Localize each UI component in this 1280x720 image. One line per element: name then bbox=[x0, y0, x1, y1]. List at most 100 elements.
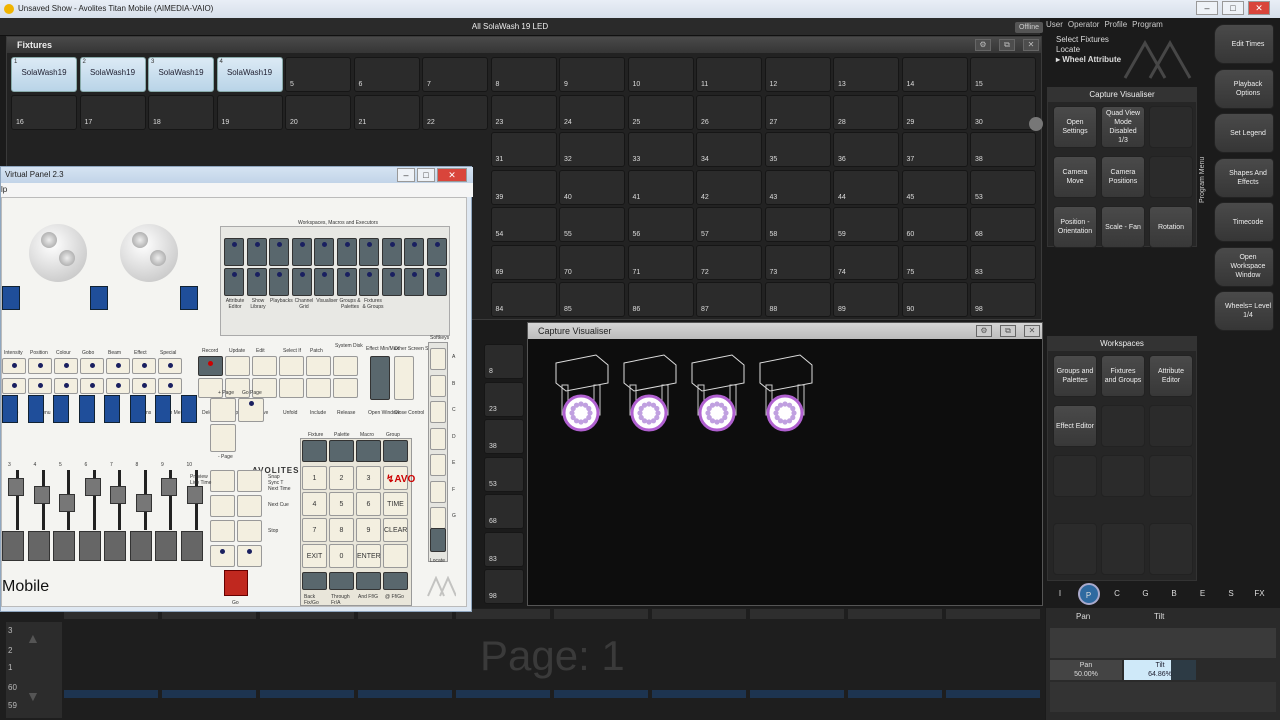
playback-fader-bar[interactable] bbox=[652, 690, 746, 698]
softkey[interactable] bbox=[430, 374, 446, 397]
fixture-cell[interactable]: 27 bbox=[764, 94, 831, 130]
fixture-cell[interactable]: 58 bbox=[764, 207, 831, 242]
numpad-head-key[interactable] bbox=[302, 440, 327, 462]
mode-g[interactable]: G bbox=[1135, 583, 1157, 605]
empty-slot[interactable] bbox=[1101, 523, 1145, 575]
fixture-cell[interactable]: 73 bbox=[764, 244, 831, 280]
numpad-key[interactable]: 8 bbox=[329, 518, 354, 542]
numpad-key[interactable] bbox=[383, 544, 408, 568]
numpad-key[interactable]: CLEAR bbox=[383, 518, 408, 542]
playback-fader-bar[interactable] bbox=[946, 690, 1040, 698]
fader-cap[interactable] bbox=[135, 494, 152, 512]
fixture-cell[interactable]: 1 SolaWash19 bbox=[11, 57, 77, 92]
gear-icon[interactable]: ⚙ bbox=[976, 325, 992, 337]
flash-key[interactable] bbox=[104, 531, 126, 561]
fixture-cell[interactable]: 33 bbox=[627, 132, 694, 167]
numpad-head-key[interactable] bbox=[329, 440, 354, 462]
fixture-cell[interactable]: 21 bbox=[353, 94, 420, 130]
pan-wheel[interactable]: Pan 50.00% bbox=[1050, 660, 1122, 680]
scroll-handle[interactable] bbox=[1029, 117, 1043, 131]
panel-button[interactable]: Scale - Fan bbox=[1101, 206, 1145, 248]
fixture-cell[interactable]: 68 bbox=[484, 494, 524, 529]
executor-key[interactable] bbox=[381, 238, 402, 266]
fixture-cell[interactable]: 75 bbox=[901, 244, 968, 280]
flash-key[interactable] bbox=[27, 531, 50, 561]
fixture-cell[interactable]: 25 bbox=[627, 94, 694, 130]
blue-button[interactable] bbox=[2, 286, 20, 310]
playback-control-key[interactable] bbox=[237, 470, 262, 492]
softkey[interactable] bbox=[430, 480, 446, 503]
vp-maximize-button[interactable]: □ bbox=[417, 168, 435, 182]
side-menu-button[interactable]: Wheels= Level 1/4 bbox=[1214, 291, 1274, 331]
fixture-cell[interactable]: 69 bbox=[490, 244, 557, 280]
fader-select-key[interactable] bbox=[129, 395, 146, 423]
numpad-key[interactable]: ENTER bbox=[356, 544, 381, 568]
fixture-cell[interactable]: 10 bbox=[627, 57, 694, 92]
panel-button[interactable]: Rotation bbox=[1149, 206, 1193, 248]
fixture-cell[interactable]: 40 bbox=[559, 169, 625, 205]
playback-fader-bar[interactable] bbox=[750, 690, 844, 698]
fixture-cell[interactable]: 29 bbox=[901, 94, 968, 130]
fixture-cell[interactable]: 83 bbox=[970, 244, 1036, 280]
fixture-cell[interactable]: 5 bbox=[285, 57, 351, 92]
playback-control-key[interactable] bbox=[210, 520, 235, 542]
playback-fader-bar[interactable] bbox=[848, 690, 942, 698]
fixture-cell[interactable]: 38 bbox=[484, 419, 524, 454]
numpad-key[interactable]: EXIT bbox=[302, 544, 327, 568]
playback-control-key[interactable] bbox=[237, 495, 262, 517]
numpad-head-key[interactable] bbox=[356, 440, 381, 462]
panel-button[interactable]: Camera Positions bbox=[1101, 156, 1145, 198]
moving-head-fixture[interactable] bbox=[759, 354, 813, 432]
fixture-cell[interactable]: 68 bbox=[970, 207, 1036, 242]
record-key[interactable] bbox=[279, 378, 304, 398]
executor-key[interactable] bbox=[314, 268, 334, 296]
fader-select-key[interactable] bbox=[78, 395, 95, 423]
down-arrow-icon[interactable]: ▼ bbox=[26, 688, 40, 704]
executor-key[interactable] bbox=[269, 268, 289, 296]
executor-key[interactable] bbox=[269, 238, 289, 266]
fixture-cell[interactable]: 16 bbox=[11, 94, 77, 130]
side-menu-button[interactable]: Set Legend bbox=[1214, 113, 1274, 153]
record-key[interactable] bbox=[225, 356, 250, 376]
playback-control-key[interactable] bbox=[210, 495, 235, 517]
fixture-cell[interactable]: 84 bbox=[490, 282, 557, 317]
fixture-cell[interactable]: 15 bbox=[970, 57, 1036, 92]
side-menu-button[interactable]: Shapes And Effects bbox=[1214, 157, 1274, 198]
record-key[interactable] bbox=[198, 356, 223, 376]
fixture-cell[interactable]: 12 bbox=[764, 57, 831, 92]
empty-slot[interactable] bbox=[1101, 405, 1145, 447]
panel-button[interactable]: Camera Move bbox=[1053, 156, 1097, 198]
mode-c[interactable]: C bbox=[1106, 583, 1128, 605]
fixture-cell[interactable]: 8 bbox=[484, 344, 524, 379]
fixture-cell[interactable]: 54 bbox=[490, 207, 557, 242]
executor-key[interactable] bbox=[404, 268, 424, 296]
mode-b[interactable]: B bbox=[1163, 583, 1185, 605]
panel-button[interactable]: Effect Editor bbox=[1053, 405, 1097, 447]
fixture-cell[interactable]: 89 bbox=[833, 282, 899, 317]
fixture-cell[interactable]: 44 bbox=[833, 169, 899, 205]
record-key[interactable] bbox=[252, 356, 277, 376]
executor-key[interactable] bbox=[224, 268, 244, 296]
fader-select-key[interactable] bbox=[104, 395, 120, 423]
playback-control-key[interactable] bbox=[210, 470, 235, 492]
fixture-cell[interactable]: 56 bbox=[627, 207, 694, 242]
record-key[interactable] bbox=[279, 356, 304, 376]
side-menu-button[interactable]: Open Workspace Window bbox=[1214, 246, 1274, 287]
fader-cap[interactable] bbox=[8, 478, 24, 496]
softkey[interactable] bbox=[430, 507, 446, 529]
fixture-cell[interactable]: 17 bbox=[79, 94, 146, 130]
fader-select-key[interactable] bbox=[155, 395, 171, 423]
numpad-key[interactable]: 6 bbox=[356, 492, 381, 516]
function-key[interactable] bbox=[132, 378, 156, 394]
minimize-button[interactable]: – bbox=[1196, 1, 1218, 15]
fixture-cell[interactable]: 88 bbox=[764, 282, 831, 317]
fader-select-key[interactable] bbox=[180, 395, 197, 423]
fixture-cell[interactable]: 86 bbox=[627, 282, 694, 317]
fixture-cell[interactable]: 23 bbox=[484, 381, 524, 417]
fixture-cell[interactable]: 24 bbox=[559, 94, 625, 130]
attribute-key[interactable] bbox=[132, 358, 156, 374]
executor-key[interactable] bbox=[336, 268, 357, 296]
fixture-cell[interactable]: 7 bbox=[422, 57, 488, 92]
empty-slot[interactable] bbox=[1053, 523, 1097, 575]
fader-cap[interactable] bbox=[186, 486, 203, 504]
